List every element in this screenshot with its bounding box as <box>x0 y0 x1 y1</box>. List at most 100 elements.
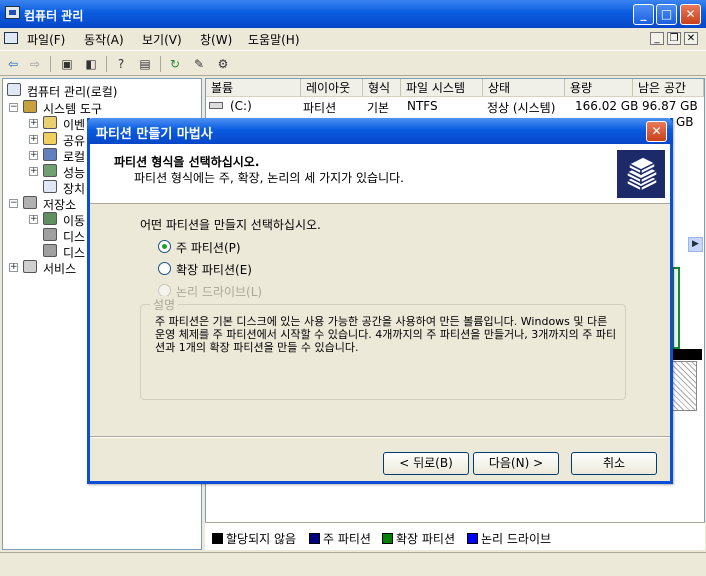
wizard-button-separator <box>90 436 670 438</box>
performance-icon <box>43 164 57 177</box>
column-header-filesystem[interactable]: 파일 시스템 <box>401 79 483 97</box>
tree-label: 이벤 <box>63 118 86 132</box>
new-partition-wizard-dialog: 파티션 만들기 마법사 ✕ 파티션 형식을 선택하십시오. 파티션 형식에는 주… <box>87 118 673 484</box>
scroll-right-arrow-icon[interactable]: ▶ <box>688 237 703 252</box>
device-manager-icon <box>43 180 57 193</box>
menu-window[interactable]: 창(W) <box>200 31 232 48</box>
folder-icon <box>43 132 57 145</box>
primary-partition-radio[interactable] <box>158 240 171 253</box>
legend-label-primary: 주 파티션 <box>323 532 371 546</box>
wizard-title: 파티션 만들기 마법사 <box>96 127 213 142</box>
legend-swatch-primary <box>309 533 320 544</box>
cell-capacity: 166.02 GB <box>575 99 639 113</box>
tree-label: 성능 <box>63 166 86 180</box>
extended-partition-label[interactable]: 확장 파티션(E) <box>176 261 252 278</box>
window-title: 컴퓨터 관리 <box>24 9 84 23</box>
tree-label: 공유 <box>63 134 86 148</box>
maximize-button[interactable]: □ <box>656 4 677 25</box>
description-groupbox: 설명 주 파티션은 기본 디스크에 있는 사용 가능한 공간을 사용하여 만든 … <box>140 296 626 400</box>
help-icon[interactable]: ? <box>112 55 130 73</box>
wizard-title-bar[interactable]: 파티션 만들기 마법사 ✕ <box>87 118 673 144</box>
show-hide-tree-icon[interactable]: ◧ <box>82 55 100 73</box>
legend-swatch-logical <box>467 533 478 544</box>
legend-label-unallocated: 할당되지 않음 <box>226 532 297 546</box>
computer-management-icon <box>5 6 20 19</box>
expand-icon[interactable]: + <box>29 215 38 224</box>
tree-label-root: 컴퓨터 관리(로컬) <box>27 85 118 99</box>
tree-label: 로컬 <box>63 150 86 164</box>
mdi-close-button[interactable]: ✕ <box>684 32 698 45</box>
column-header-type[interactable]: 형식 <box>363 79 401 97</box>
primary-partition-label[interactable]: 주 파티션(P) <box>176 239 241 256</box>
removable-storage-icon <box>43 212 57 225</box>
close-button[interactable]: ✕ <box>680 4 701 25</box>
toolbar: ⇦ ⇨ ▣ ◧ ? ▤ ↻ ✎ ⚙ <box>0 50 706 76</box>
cell-partial: GB <box>676 115 694 129</box>
status-bar <box>0 552 706 576</box>
cell-volume: (C:) <box>230 99 252 113</box>
cell-layout: 파티션 <box>303 101 337 115</box>
export-list-icon[interactable]: ✎ <box>190 55 208 73</box>
logical-drive-label: 논리 드라이브(L) <box>176 285 263 299</box>
wizard-header-title: 파티션 형식을 선택하십시오. <box>114 155 260 169</box>
tree-label: 장치 <box>63 182 86 196</box>
settings-icon[interactable]: ⚙ <box>214 55 232 73</box>
system-tools-icon <box>23 100 37 113</box>
collapse-icon[interactable]: − <box>9 199 18 208</box>
computer-icon <box>7 83 21 96</box>
menu-view[interactable]: 보기(V) <box>142 31 182 48</box>
expand-icon[interactable]: + <box>29 151 38 160</box>
title-bar[interactable]: 컴퓨터 관리 _ □ ✕ <box>0 0 706 28</box>
cell-filesystem: NTFS <box>407 99 438 113</box>
services-icon <box>23 260 37 273</box>
disk-defrag-icon <box>43 228 57 241</box>
event-viewer-icon <box>43 116 57 129</box>
wizard-header-subtitle: 파티션 형식에는 주, 확장, 논리의 세 가지가 있습니다. <box>134 171 404 185</box>
column-header-status[interactable]: 상태 <box>483 79 565 97</box>
menu-help[interactable]: 도움말(H) <box>248 31 300 48</box>
column-header-capacity[interactable]: 용량 <box>565 79 633 97</box>
expand-icon[interactable]: + <box>29 119 38 128</box>
next-button[interactable]: 다음(N) > <box>473 452 559 475</box>
menu-file[interactable]: 파일(F) <box>27 31 65 48</box>
description-title: 설명 <box>150 296 179 313</box>
forward-arrow-icon[interactable]: ⇨ <box>26 55 44 73</box>
column-header-layout[interactable]: 레이아웃 <box>301 79 363 97</box>
wizard-close-button[interactable]: ✕ <box>646 121 667 142</box>
properties-icon[interactable]: ▤ <box>136 55 154 73</box>
expand-icon[interactable]: + <box>9 263 18 272</box>
minimize-button[interactable]: _ <box>633 4 654 25</box>
disk-graph-hatched-area <box>672 361 697 411</box>
mdi-window-icon[interactable] <box>4 32 18 44</box>
tree-label-storage: 저장소 <box>43 198 77 212</box>
tree-label-services: 서비스 <box>43 262 77 276</box>
mdi-restore-button[interactable]: ❐ <box>667 32 681 45</box>
tree-label-system-tools: 시스템 도구 <box>43 102 103 116</box>
expand-icon[interactable]: + <box>29 135 38 144</box>
drive-icon <box>209 102 223 109</box>
menu-action[interactable]: 동작(A) <box>84 31 124 48</box>
mdi-minimize-button[interactable]: _ <box>650 32 664 45</box>
cell-free-space: 96.87 GB <box>642 99 698 113</box>
toolbar-separator <box>160 56 161 72</box>
disk-stack-icon <box>617 150 665 198</box>
expand-icon[interactable]: + <box>29 167 38 176</box>
back-button[interactable]: < 뒤로(B) <box>383 452 469 475</box>
extended-partition-radio[interactable] <box>158 262 171 275</box>
up-folder-icon[interactable]: ▣ <box>58 55 76 73</box>
back-arrow-icon[interactable]: ⇦ <box>4 55 22 73</box>
column-header-free-space[interactable]: 남은 공간 <box>633 79 704 97</box>
table-row[interactable]: (C:) 파티션 기본 NTFS 정상 (시스템) 166.02 GB 96.8… <box>206 98 704 115</box>
disk-legend: 할당되지 않음 주 파티션 확장 파티션 논리 드라이브 <box>205 522 705 550</box>
collapse-icon[interactable]: − <box>9 103 18 112</box>
column-header-volume[interactable]: 볼륨 <box>206 79 301 97</box>
cell-type: 기본 <box>367 101 390 115</box>
legend-label-logical: 논리 드라이브 <box>481 532 552 546</box>
disk-management-icon <box>43 244 57 257</box>
refresh-icon[interactable]: ↻ <box>166 55 184 73</box>
legend-swatch-unallocated <box>212 533 223 544</box>
users-icon <box>43 148 57 161</box>
wizard-header: 파티션 형식을 선택하십시오. 파티션 형식에는 주, 확장, 논리의 세 가지… <box>90 144 670 204</box>
computer-management-window: 컴퓨터 관리 _ □ ✕ 파일(F) 동작(A) 보기(V) 창(W) 도움말(… <box>0 0 706 576</box>
cancel-button[interactable]: 취소 <box>571 452 657 475</box>
